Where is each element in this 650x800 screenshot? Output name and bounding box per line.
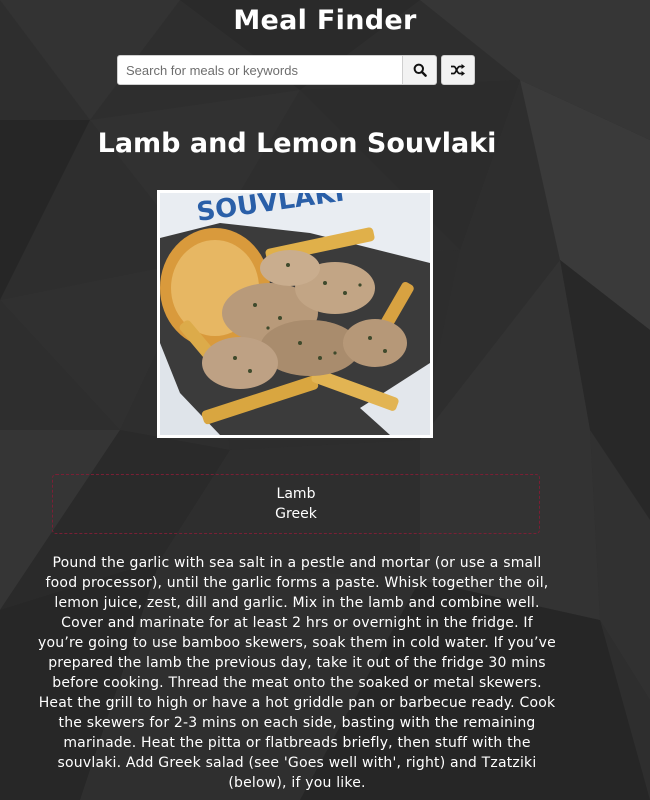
meal-info: Lamb Greek xyxy=(52,474,540,534)
app-container: Meal Finder Lamb and Lemon Souvlaki xyxy=(0,0,650,800)
meal-category: Lamb xyxy=(276,486,316,502)
app-title: Meal Finder xyxy=(233,5,417,36)
search-button[interactable] xyxy=(403,55,437,85)
meal-area: Greek xyxy=(275,506,317,522)
search-form xyxy=(117,55,437,85)
search-input[interactable] xyxy=(117,55,403,85)
random-meal-button[interactable] xyxy=(441,55,475,85)
meal-title: Lamb and Lemon Souvlaki xyxy=(97,128,497,159)
shuffle-icon xyxy=(451,64,465,76)
search-icon xyxy=(413,63,427,77)
meal-instructions: Pound the garlic with sea salt in a pest… xyxy=(38,555,556,791)
meal-image: SOUVLAKI xyxy=(157,190,433,438)
